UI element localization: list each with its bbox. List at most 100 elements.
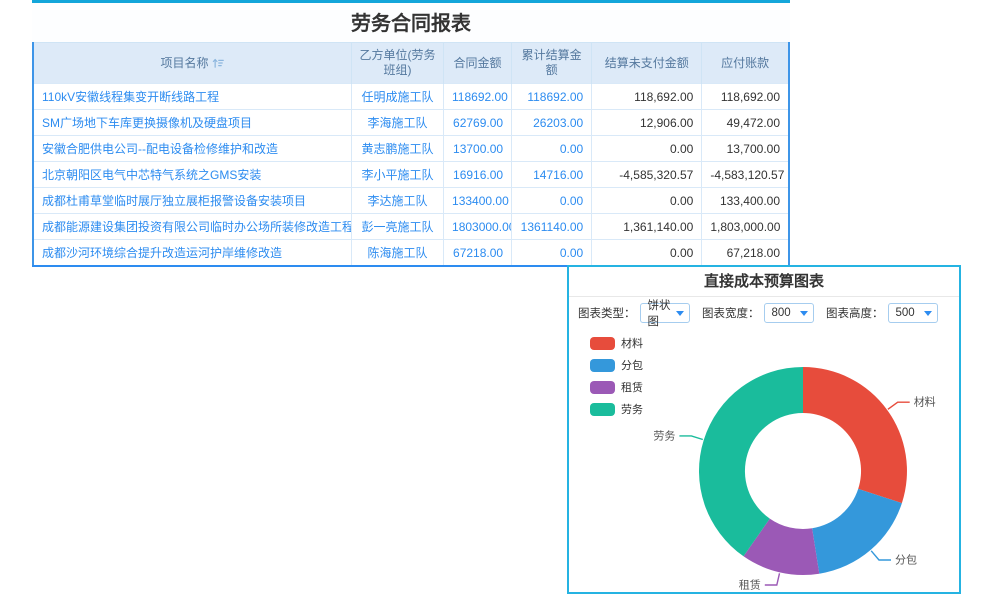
table-row: 安徽合肥供电公司--配电设备检修维护和改造黄志鹏施工队13700.000.000… xyxy=(33,136,789,162)
legend-item-1[interactable]: 分包 xyxy=(590,357,643,373)
select-2[interactable]: 500 xyxy=(888,303,939,323)
column-header-label: 合同金额 xyxy=(454,56,502,70)
pie-slice-1[interactable] xyxy=(812,489,902,574)
cell-project-name[interactable]: 成都杜甫草堂临时展厅独立展柜报警设备安装项目 xyxy=(33,188,351,214)
chart-legend: 材料分包租赁劳务 xyxy=(590,335,643,423)
column-header-3: 累计结算金额 xyxy=(512,43,592,84)
cell-project-name[interactable]: 成都沙河环境综合提升改造运河护岸维修改造 xyxy=(33,240,351,267)
cell-contract-amount: 16916.00 xyxy=(444,162,512,188)
cell-settled-amount: 0.00 xyxy=(512,188,592,214)
legend-swatch xyxy=(590,381,615,394)
column-header-2: 合同金额 xyxy=(444,43,512,84)
column-header-label: 项目名称 xyxy=(160,56,208,70)
chevron-down-icon xyxy=(800,311,808,316)
pie-label-1: 分包 xyxy=(895,554,917,567)
cell-team-name[interactable]: 陈海施工队 xyxy=(351,240,443,267)
select-value: 800 xyxy=(772,307,791,319)
cell-contract-amount: 118692.00 xyxy=(444,84,512,110)
legend-label: 租赁 xyxy=(621,379,643,395)
column-header-label: 结算未支付金额 xyxy=(605,56,689,70)
chart-area: 材料分包租赁劳务 材料分包租赁劳务 xyxy=(569,329,959,591)
control-label-1: 图表宽度： xyxy=(702,305,760,321)
cell-contract-amount: 62769.00 xyxy=(444,110,512,136)
cell-payable: 13,700.00 xyxy=(702,136,789,162)
cell-team-name[interactable]: 黄志鹏施工队 xyxy=(351,136,443,162)
pie-slice-0[interactable] xyxy=(803,367,907,503)
cell-settled-amount: 0.00 xyxy=(512,136,592,162)
select-0[interactable]: 饼状图 xyxy=(640,303,691,323)
cell-settled-amount: 118692.00 xyxy=(512,84,592,110)
cell-project-name[interactable]: 安徽合肥供电公司--配电设备检修维护和改造 xyxy=(33,136,351,162)
sort-icon[interactable] xyxy=(212,57,224,69)
cell-team-name[interactable]: 李海施工队 xyxy=(351,110,443,136)
chevron-down-icon xyxy=(676,311,684,316)
column-header-label: 乙方单位(劳务班组) xyxy=(359,48,435,77)
direct-cost-budget-chart-card: 直接成本预算图表 图表类型：饼状图图表宽度：800图表高度：500 材料分包租赁… xyxy=(567,265,961,594)
cell-unpaid-settlement: 0.00 xyxy=(592,136,702,162)
table-row: 成都杜甫草堂临时展厅独立展柜报警设备安装项目李达施工队133400.000.00… xyxy=(33,188,789,214)
report-table: 项目名称 乙方单位(劳务班组) 合同金额 累计结算金额 结算未支付金额 应付账款 110… xyxy=(32,42,790,267)
legend-swatch xyxy=(590,337,615,350)
column-header-4: 结算未支付金额 xyxy=(592,43,702,84)
chart-title: 直接成本预算图表 xyxy=(569,267,959,297)
table-row: 成都沙河环境综合提升改造运河护岸维修改造陈海施工队67218.000.000.0… xyxy=(33,240,789,267)
labor-contract-report-card: 劳务合同报表 项目名称 乙方单位(劳务班组) 合同金额 累计结算金额 结算未支付金额 应… xyxy=(32,0,790,267)
table-row: 110kV安徽线程集变开断线路工程任明成施工队118692.00118692.0… xyxy=(33,84,789,110)
cell-payable: 67,218.00 xyxy=(702,240,789,267)
select-1[interactable]: 800 xyxy=(764,303,815,323)
legend-swatch xyxy=(590,359,615,372)
cell-team-name[interactable]: 李达施工队 xyxy=(351,188,443,214)
legend-item-0[interactable]: 材料 xyxy=(590,335,643,351)
column-header-label: 应付账款 xyxy=(721,56,769,70)
control-label-0: 图表类型： xyxy=(578,305,636,321)
cell-payable: 118,692.00 xyxy=(702,84,789,110)
table-row: 北京朝阳区电气中芯特气系统之GMS安装李小平施工队16916.0014716.0… xyxy=(33,162,789,188)
cell-unpaid-settlement: -4,585,320.57 xyxy=(592,162,702,188)
cell-contract-amount: 67218.00 xyxy=(444,240,512,267)
table-row: 成都能源建设集团投资有限公司临时办公场所装修改造工程EPC彭一亮施工队18030… xyxy=(33,214,789,240)
cell-payable: 133,400.00 xyxy=(702,188,789,214)
cell-unpaid-settlement: 0.00 xyxy=(592,240,702,267)
legend-item-3[interactable]: 劳务 xyxy=(590,401,643,417)
cell-settled-amount: 26203.00 xyxy=(512,110,592,136)
cell-unpaid-settlement: 118,692.00 xyxy=(592,84,702,110)
pie-label-3: 劳务 xyxy=(653,429,675,442)
cell-unpaid-settlement: 1,361,140.00 xyxy=(592,214,702,240)
label-connector-3 xyxy=(679,436,702,440)
column-header-1: 乙方单位(劳务班组) xyxy=(351,43,443,84)
cell-unpaid-settlement: 12,906.00 xyxy=(592,110,702,136)
cell-team-name[interactable]: 李小平施工队 xyxy=(351,162,443,188)
column-header-5: 应付账款 xyxy=(702,43,789,84)
legend-label: 材料 xyxy=(621,335,643,351)
cell-project-name[interactable]: SM广场地下车库更换摄像机及硬盘项目 xyxy=(33,110,351,136)
select-value: 500 xyxy=(896,307,915,319)
cell-team-name[interactable]: 彭一亮施工队 xyxy=(351,214,443,240)
legend-item-2[interactable]: 租赁 xyxy=(590,379,643,395)
cell-project-name[interactable]: 110kV安徽线程集变开断线路工程 xyxy=(33,84,351,110)
table-header-row: 项目名称 乙方单位(劳务班组) 合同金额 累计结算金额 结算未支付金额 应付账款 xyxy=(33,43,789,84)
pie-label-0: 材料 xyxy=(914,395,936,409)
label-connector-2 xyxy=(765,573,780,585)
chevron-down-icon xyxy=(924,311,932,316)
cell-contract-amount: 13700.00 xyxy=(444,136,512,162)
cell-unpaid-settlement: 0.00 xyxy=(592,188,702,214)
cell-payable: 1,803,000.00 xyxy=(702,214,789,240)
cell-project-name[interactable]: 北京朝阳区电气中芯特气系统之GMS安装 xyxy=(33,162,351,188)
cell-settled-amount: 14716.00 xyxy=(512,162,592,188)
legend-label: 劳务 xyxy=(621,401,643,417)
legend-swatch xyxy=(590,403,615,416)
cell-contract-amount: 133400.00 xyxy=(444,188,512,214)
column-header-0[interactable]: 项目名称 xyxy=(33,43,351,84)
cell-project-name[interactable]: 成都能源建设集团投资有限公司临时办公场所装修改造工程EPC xyxy=(33,214,351,240)
chart-controls: 图表类型：饼状图图表宽度：800图表高度：500 xyxy=(569,297,959,329)
report-title: 劳务合同报表 xyxy=(32,3,790,42)
label-connector-0 xyxy=(888,402,910,409)
cell-settled-amount: 0.00 xyxy=(512,240,592,267)
label-connector-1 xyxy=(871,551,891,560)
cell-team-name[interactable]: 任明成施工队 xyxy=(351,84,443,110)
cell-payable: 49,472.00 xyxy=(702,110,789,136)
select-value: 饼状图 xyxy=(648,297,677,329)
column-header-label: 累计结算金额 xyxy=(522,48,582,77)
cell-contract-amount: 1803000.00 xyxy=(444,214,512,240)
pie-label-2: 租赁 xyxy=(739,578,761,592)
